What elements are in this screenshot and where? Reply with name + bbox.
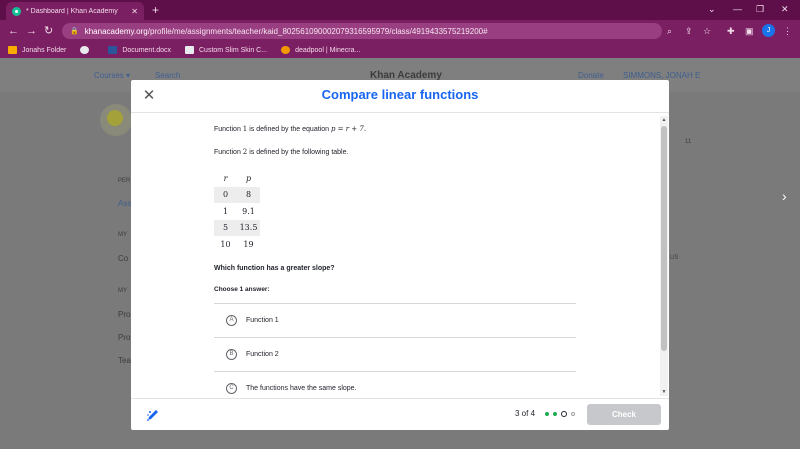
modal-title: Compare linear functions <box>321 87 479 102</box>
table-cell: 9.1 <box>242 206 255 216</box>
bookmark-item[interactable]: Jonahs Folder <box>8 46 66 54</box>
tab-strip: * Dashboard | Khan Academy ✕ + ⌄ — ❐ ✕ <box>0 0 800 20</box>
scroll-down-icon[interactable]: ▼ <box>660 389 668 395</box>
progress-text: 3 of 4 <box>515 409 536 418</box>
maximize-button[interactable]: ❐ <box>756 2 764 16</box>
bookmark-item[interactable]: Custom Slim Skin C... <box>185 46 267 54</box>
reload-icon[interactable]: ↻ <box>44 24 53 38</box>
choice-text: Function 1 <box>246 317 279 324</box>
choice-letter: C <box>226 383 237 394</box>
table-cell: 19 <box>243 239 254 249</box>
lock-icon: 🔒 <box>70 28 79 35</box>
side-label: PER <box>118 178 131 184</box>
answer-choice-c[interactable]: C The functions have the same slope. <box>214 371 576 398</box>
function1-statement: Function 1 is defined by the equation p … <box>214 125 367 133</box>
url-text: khanacademy.org/profile/me/assignments/t… <box>84 26 488 36</box>
word-doc-icon <box>108 46 118 54</box>
table-cell: 8 <box>237 186 260 203</box>
table-cell: 5 <box>214 219 237 236</box>
side-link[interactable]: Ass <box>118 199 131 208</box>
table-header-row: r p <box>214 170 260 187</box>
table-cell: 13.5 <box>237 219 260 236</box>
question-text: Which function has a greater slope? <box>214 265 335 272</box>
bookmarks-bar: Jonahs Folder Document.docx Custom Slim … <box>0 42 800 58</box>
table-header-cell: r <box>223 173 228 183</box>
progress-dot-upcoming <box>571 412 575 416</box>
check-button[interactable]: Check <box>587 404 661 425</box>
modal-scrollbar[interactable]: ▲ ▼ <box>660 116 668 396</box>
modal-header: ✕ Compare linear functions <box>131 80 669 113</box>
table-row: 5 13.5 <box>214 219 260 236</box>
side-link[interactable]: Co <box>118 254 128 263</box>
table-cell: 1 <box>222 206 229 216</box>
page-icon <box>185 46 194 54</box>
table-row: 10 19 <box>214 236 260 253</box>
menu-kebab-icon[interactable]: ⋮ <box>783 25 792 37</box>
scrollbar-thumb[interactable] <box>661 126 667 351</box>
tab-title: * Dashboard | Khan Academy <box>26 7 118 15</box>
bookmark-item[interactable] <box>80 46 94 54</box>
choice-text: The functions have the same slope. <box>246 385 357 392</box>
forward-arrow-icon[interactable]: → <box>26 24 37 38</box>
donate-link[interactable]: Donate <box>578 71 604 80</box>
close-window-button[interactable]: ✕ <box>781 2 789 16</box>
exercise-body: Function 1 is defined by the equation p … <box>131 114 669 398</box>
folder-icon <box>8 46 17 54</box>
choose-instructions: Choose 1 answer: <box>214 286 270 293</box>
table-cell: 0 <box>214 186 237 203</box>
bookmark-star-icon[interactable]: ☆ <box>703 25 711 37</box>
exercise-modal: ✕ Compare linear functions Function 1 is… <box>131 80 669 430</box>
side-label: MY <box>118 232 127 238</box>
back-arrow-icon[interactable]: ← <box>8 24 19 38</box>
courses-menu[interactable]: Courses ▾ <box>94 71 130 80</box>
minimize-button[interactable]: — <box>733 2 742 16</box>
progress-dot-complete <box>545 412 549 416</box>
side-link[interactable]: Pro <box>118 310 130 319</box>
browser-tab-active[interactable]: * Dashboard | Khan Academy ✕ <box>6 2 144 20</box>
table-header-cell: p <box>245 173 252 183</box>
stat-count: 11 <box>685 139 692 145</box>
profile-avatar[interactable]: J <box>762 24 775 37</box>
share-icon[interactable]: ⇪ <box>685 25 693 37</box>
choice-letter: A <box>226 315 237 326</box>
user-menu[interactable]: SIMMONS, JONAH E <box>623 71 700 80</box>
modal-footer: 3 of 4 Check <box>131 398 669 430</box>
khan-favicon-icon <box>12 6 21 16</box>
tab-search-icon[interactable]: ⌄ <box>708 2 716 16</box>
function2-statement: Function 2 is defined by the following t… <box>214 148 349 156</box>
browser-toolbar: ← → ↻ 🔒 khanacademy.org/profile/me/assig… <box>0 20 800 42</box>
side-link[interactable]: Tea <box>118 356 131 365</box>
answer-choice-a[interactable]: A Function 1 <box>214 303 576 337</box>
next-arrow-icon[interactable]: › <box>782 188 787 204</box>
table-row: 1 9.1 <box>214 203 260 220</box>
tab-close-icon[interactable]: ✕ <box>131 7 138 16</box>
scratchpad-pencil-icon[interactable] <box>145 407 161 423</box>
progress-dot-complete <box>553 412 557 416</box>
deadpool-icon <box>281 46 291 54</box>
avatar <box>100 104 132 136</box>
search-icon[interactable]: ⌕ <box>667 25 672 37</box>
progress-dot-current <box>561 411 567 417</box>
scroll-up-icon[interactable]: ▲ <box>660 117 668 123</box>
function2-table: r p 0 8 1 9.1 5 13.5 10 19 <box>214 170 260 253</box>
address-bar[interactable]: 🔒 khanacademy.org/profile/me/assignments… <box>62 23 662 39</box>
globe-icon <box>80 46 90 54</box>
new-tab-button[interactable]: + <box>152 2 159 18</box>
bookmark-item[interactable]: Document.docx <box>108 46 171 54</box>
side-link[interactable]: Pro <box>118 333 130 342</box>
table-cell: 10 <box>220 239 231 249</box>
answer-choice-b[interactable]: B Function 2 <box>214 337 576 371</box>
site-search[interactable]: Search <box>155 71 180 80</box>
progress-dots <box>545 411 579 417</box>
side-panel-icon[interactable]: ▣ <box>745 25 754 37</box>
status-text: US <box>670 255 679 261</box>
side-label: MY <box>118 288 127 294</box>
table-row: 0 8 <box>214 186 260 203</box>
choice-letter: B <box>226 349 237 360</box>
extensions-puzzle-icon[interactable]: ✚ <box>727 25 735 37</box>
choice-text: Function 2 <box>246 351 279 358</box>
bookmark-item[interactable]: deadpool | Minecra... <box>281 46 360 54</box>
